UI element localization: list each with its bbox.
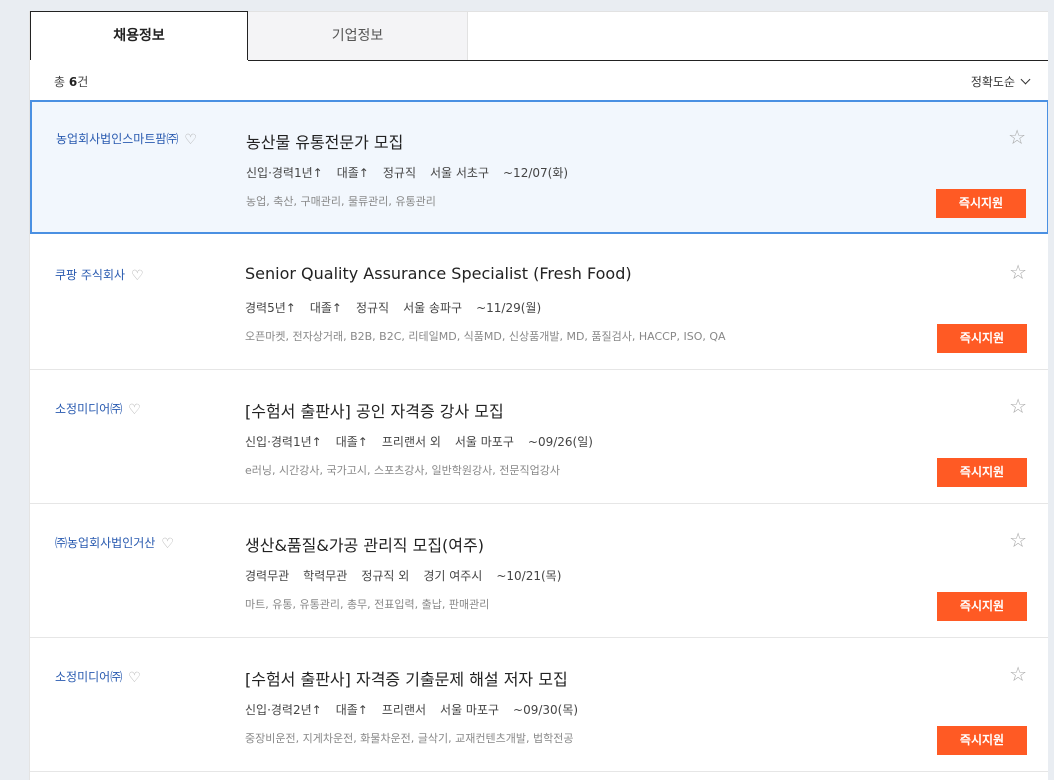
- scrollbar[interactable]: [1048, 0, 1054, 780]
- job-search-panel: 채용정보 기업정보 총 6건 정확도순 농업회사법인스마트팜㈜ ♡ 농산물 유통전…: [29, 11, 1049, 780]
- result-count-prefix: 총: [54, 75, 66, 89]
- chevron-down-icon: [1020, 74, 1031, 85]
- tab-bar: 채용정보 기업정보: [30, 11, 1049, 61]
- job-deadline: ~10/21(목): [496, 569, 562, 583]
- company-name[interactable]: 농업회사법인스마트팜㈜ ♡: [56, 130, 197, 148]
- job-deadline: ~12/07(화): [503, 166, 569, 180]
- job-list-item[interactable]: 농업회사법인스마트팜㈜ ♡ 농산물 유통전문가 모집 신입·경력1년↑ 대졸↑ 정규직…: [30, 100, 1049, 234]
- job-employment-type: 프리랜서 외: [381, 435, 441, 449]
- result-count: 총 6건: [54, 73, 88, 90]
- job-sectors: 오픈마켓, 전자상거래, B2B, B2C, 리테일MD, 식품MD, 신상품개…: [245, 330, 726, 343]
- job-education: 대졸↑: [309, 301, 342, 315]
- job-education: 학력무관: [303, 569, 348, 583]
- heart-icon[interactable]: ♡: [184, 132, 197, 148]
- job-location: 서울 마포구: [454, 435, 514, 449]
- apply-button[interactable]: 즉시지원: [937, 592, 1027, 621]
- company-name[interactable]: 소정미디어㈜ ♡: [55, 668, 141, 686]
- star-icon[interactable]: ☆: [1009, 262, 1027, 282]
- company-name-text[interactable]: 쿠팡 주식회사: [55, 268, 125, 282]
- tab-bar-filler: [468, 11, 1049, 60]
- job-list-item[interactable]: 소정미디어㈜ ♡ [수험서 출판사] 공인 자격증 강사 모집 신입·경력1년↑ 대…: [30, 370, 1049, 504]
- job-location: 서울 송파구: [403, 301, 463, 315]
- heart-icon[interactable]: ♡: [128, 670, 141, 686]
- job-sectors: 중장비운전, 지게차운전, 화물차운전, 글삭기, 교재컨텐츠개발, 법학전공: [245, 732, 574, 745]
- sort-dropdown[interactable]: 정확도순: [970, 73, 1031, 90]
- company-name-text[interactable]: 농업회사법인스마트팜㈜: [56, 132, 178, 146]
- company-name-text[interactable]: 소정미디어㈜: [55, 670, 122, 684]
- job-employment-type: 정규직 외: [361, 569, 410, 583]
- job-experience: 경력5년↑: [245, 301, 296, 315]
- job-location: 서울 서초구: [429, 166, 489, 180]
- tab-company-info[interactable]: 기업정보: [248, 11, 468, 60]
- star-icon[interactable]: ☆: [1008, 127, 1026, 147]
- star-icon[interactable]: ☆: [1009, 396, 1027, 416]
- star-icon[interactable]: ☆: [1009, 530, 1027, 550]
- job-deadline: ~11/29(월): [476, 301, 542, 315]
- job-title[interactable]: [수험서 출판사] 자격증 기출문제 해설 저자 모집: [245, 666, 568, 690]
- job-education: 대졸↑: [336, 166, 369, 180]
- job-title[interactable]: 생산&품질&가공 관리직 모집(여주): [245, 532, 484, 556]
- job-conditions: 신입·경력2년↑ 대졸↑ 프리랜서 서울 마포구 ~09/30(목): [245, 701, 592, 718]
- job-sectors: 마트, 유통, 유통관리, 총무, 전표입력, 출납, 판매관리: [245, 598, 490, 611]
- job-employment-type: 정규직: [382, 166, 416, 180]
- heart-icon[interactable]: ♡: [131, 268, 144, 284]
- job-sectors: 농업, 축산, 구매관리, 물류관리, 유통관리: [246, 195, 436, 208]
- tab-job-info[interactable]: 채용정보: [30, 11, 248, 60]
- heart-icon[interactable]: ♡: [128, 402, 141, 418]
- star-icon[interactable]: ☆: [1009, 664, 1027, 684]
- apply-button[interactable]: 즉시지원: [937, 324, 1027, 353]
- job-location: 서울 마포구: [440, 703, 500, 717]
- apply-button[interactable]: 즉시지원: [936, 189, 1026, 218]
- job-title[interactable]: Senior Quality Assurance Specialist (Fre…: [245, 264, 632, 283]
- company-name-text[interactable]: ㈜농업회사법인거산: [55, 536, 155, 550]
- job-location: 경기 여주시: [423, 569, 483, 583]
- tab-divider: [248, 60, 1049, 61]
- apply-button[interactable]: 즉시지원: [937, 458, 1027, 487]
- job-title[interactable]: 농산물 유통전문가 모집: [246, 129, 403, 153]
- company-name[interactable]: 소정미디어㈜ ♡: [55, 400, 141, 418]
- job-experience: 신입·경력2년↑: [245, 703, 322, 717]
- job-list-item[interactable]: 쿠팡 주식회사 ♡ Senior Quality Assurance Specia…: [30, 236, 1049, 370]
- job-title[interactable]: [수험서 출판사] 공인 자격증 강사 모집: [245, 398, 504, 422]
- job-deadline: ~09/26(일): [527, 435, 593, 449]
- job-experience: 신입·경력1년↑: [246, 166, 323, 180]
- job-list-item[interactable]: 소정미디어㈜ ♡ [수험서 출판사] 자격증 기출문제 해설 저자 모집 신입·경…: [30, 638, 1049, 772]
- job-education: 대졸↑: [335, 435, 368, 449]
- job-employment-type: 프리랜서: [381, 703, 427, 717]
- job-conditions: 신입·경력1년↑ 대졸↑ 프리랜서 외 서울 마포구 ~09/26(일): [245, 433, 607, 450]
- job-sectors: e러닝, 시간강사, 국가고시, 스포츠강사, 일반학원강사, 전문직업강사: [245, 464, 560, 477]
- job-education: 대졸↑: [335, 703, 368, 717]
- result-count-number: 6: [68, 75, 78, 89]
- job-experience: 신입·경력1년↑: [245, 435, 322, 449]
- job-deadline: ~09/30(목): [513, 703, 579, 717]
- job-conditions: 경력5년↑ 대졸↑ 정규직 서울 송파구 ~11/29(월): [245, 299, 555, 316]
- job-experience: 경력무관: [245, 569, 290, 583]
- job-list-item[interactable]: ㈜농업회사법인거산 ♡ 생산&품질&가공 관리직 모집(여주) 경력무관 학력무관 정…: [30, 504, 1049, 638]
- company-name[interactable]: ㈜농업회사법인거산 ♡: [55, 534, 174, 552]
- job-employment-type: 정규직: [355, 301, 390, 315]
- company-name[interactable]: 쿠팡 주식회사 ♡: [55, 266, 144, 284]
- apply-button[interactable]: 즉시지원: [937, 726, 1027, 755]
- heart-icon[interactable]: ♡: [161, 536, 174, 552]
- result-count-suffix: 건: [77, 75, 89, 89]
- job-conditions: 경력무관 학력무관 정규직 외 경기 여주시 ~10/21(목): [245, 567, 575, 584]
- company-name-text[interactable]: 소정미디어㈜: [55, 402, 122, 416]
- job-conditions: 신입·경력1년↑ 대졸↑ 정규직 서울 서초구 ~12/07(화): [246, 164, 582, 181]
- sort-label: 정확도순: [970, 75, 1015, 89]
